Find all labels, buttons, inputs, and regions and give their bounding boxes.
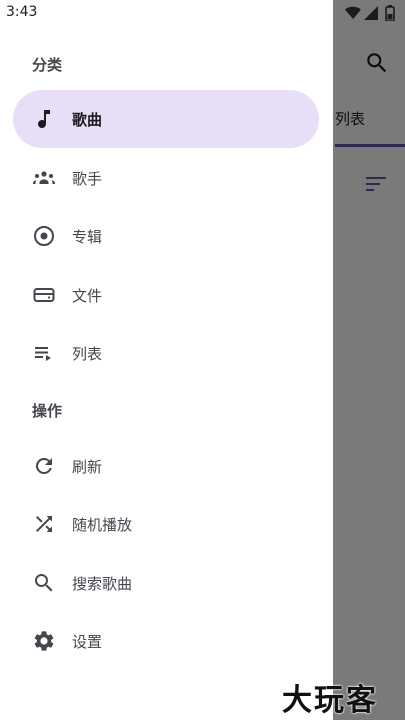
nav-item-playlists[interactable]: 列表 (13, 324, 319, 382)
nav-item-label: 歌手 (72, 170, 103, 188)
folder-icon (32, 283, 56, 307)
nav-item-label: 歌曲 (72, 111, 103, 129)
nav-item-search-songs[interactable]: 搜索歌曲 (13, 554, 319, 612)
search-icon (32, 571, 56, 595)
section-title-categories: 分类 (32, 56, 63, 74)
nav-item-songs[interactable]: 歌曲 (13, 90, 319, 148)
status-time: 3:43 (6, 4, 38, 20)
status-icons (345, 5, 400, 21)
nav-item-label: 刷新 (72, 458, 103, 476)
section-title-actions: 操作 (32, 402, 63, 420)
shuffle-icon (32, 512, 56, 536)
gear-icon (32, 629, 56, 653)
nav-item-label: 文件 (72, 287, 103, 305)
nav-item-label: 搜索歌曲 (72, 575, 133, 593)
nav-item-artists[interactable]: 歌手 (13, 149, 319, 207)
navigation-drawer: 3:43 分类 歌曲 歌手 专辑 文件 列表 操作 刷新 随机播放 搜索歌曲 设… (0, 0, 333, 720)
nav-item-settings[interactable]: 设置 (13, 612, 319, 670)
nav-item-albums[interactable]: 专辑 (13, 207, 319, 265)
battery-icon (385, 5, 395, 21)
nav-item-label: 随机播放 (72, 516, 133, 534)
nav-item-shuffle[interactable]: 随机播放 (13, 495, 319, 553)
album-icon (32, 224, 56, 248)
nav-item-refresh[interactable]: 刷新 (13, 437, 319, 495)
nav-item-files[interactable]: 文件 (13, 266, 319, 324)
nav-item-label: 列表 (72, 345, 103, 363)
people-icon (32, 166, 56, 190)
nav-item-label: 专辑 (72, 228, 103, 246)
wifi-icon (345, 6, 361, 19)
signal-icon (364, 6, 378, 20)
refresh-icon (32, 454, 56, 478)
playlist-icon (32, 341, 56, 365)
watermark: 大玩客 (282, 683, 378, 718)
nav-item-label: 设置 (72, 633, 103, 651)
music-note-icon (32, 107, 56, 131)
